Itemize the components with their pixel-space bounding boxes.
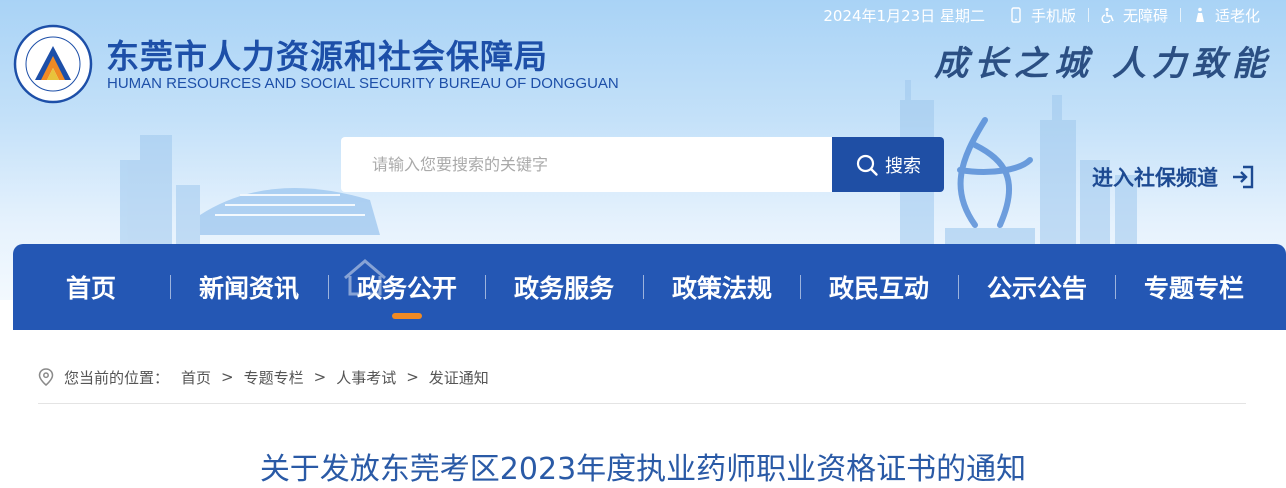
nav-tab-special-topics[interactable]: 专题专栏 xyxy=(1119,244,1269,330)
date-display: 2024年1月23日 星期二 xyxy=(811,5,997,26)
nav-tab-announcements[interactable]: 公示公告 xyxy=(962,244,1112,330)
search-box xyxy=(341,137,832,192)
breadcrumb-divider xyxy=(38,403,1246,404)
elderly-icon xyxy=(1195,7,1204,22)
nav-tab-label: 政务服务 xyxy=(513,274,614,303)
breadcrumb-personnel-exams[interactable]: 人事考试 xyxy=(336,367,396,388)
mobile-version-label: 手机版 xyxy=(1030,6,1076,25)
breadcrumb-certificate-notices[interactable]: 发证通知 xyxy=(429,367,489,388)
nav-tab-label: 政策法规 xyxy=(671,274,772,303)
breadcrumb-special-topics[interactable]: 专题专栏 xyxy=(244,367,304,388)
location-pin-icon xyxy=(38,368,54,386)
accessibility-label: 无障碍 xyxy=(1122,6,1168,25)
nav-divider xyxy=(485,275,486,299)
accessibility-link[interactable]: 无障碍 xyxy=(1089,5,1180,26)
bureau-emblem xyxy=(13,24,93,104)
nav-tab-policies-regulations[interactable]: 政策法规 xyxy=(647,244,797,330)
active-tab-indicator xyxy=(392,313,422,319)
nav-divider xyxy=(958,275,959,299)
site-slogan: 成长之城 人力致能 xyxy=(934,44,1272,84)
social-security-channel-link[interactable]: 进入社保频道 xyxy=(1092,162,1256,192)
search-input[interactable] xyxy=(341,154,814,175)
site-title-cn: 东莞市人力资源和社会保障局 xyxy=(106,37,548,76)
date-text: 2024年1月23日 星期二 xyxy=(823,6,985,25)
breadcrumb: 您当前的位置： 首页 > 专题专栏 > 人事考试 > 发证通知 xyxy=(38,367,489,387)
nav-tab-label: 政民互动 xyxy=(828,274,929,303)
nav-tab-label: 公示公告 xyxy=(986,274,1087,303)
breadcrumb-separator: > xyxy=(221,368,234,386)
nav-tab-label: 专题专栏 xyxy=(1143,274,1244,303)
breadcrumb-separator: > xyxy=(313,368,327,386)
nav-tab-label: 首页 xyxy=(65,274,116,303)
article-title: 关于发放东莞考区2023年度执业药师职业资格证书的通知 xyxy=(259,452,1027,487)
nav-divider xyxy=(800,275,801,299)
site-title-en: HUMAN RESOURCES AND SOCIAL SECURITY BURE… xyxy=(107,75,619,92)
elderly-mode-label: 适老化 xyxy=(1214,6,1260,25)
accessibility-icon xyxy=(1101,7,1114,23)
nav-divider xyxy=(170,275,171,299)
nav-divider xyxy=(1115,275,1116,299)
mobile-icon xyxy=(1011,7,1021,23)
nav-divider xyxy=(328,275,329,299)
nav-divider xyxy=(643,275,644,299)
search-button[interactable]: 搜索 xyxy=(832,137,944,192)
utility-bar: 2024年1月23日 星期二 手机版 无障碍 适老化 xyxy=(811,0,1272,30)
breadcrumb-prefix: 您当前的位置： xyxy=(64,368,170,387)
enter-icon xyxy=(1233,165,1254,189)
nav-tab-home[interactable]: 首页 xyxy=(16,244,166,330)
search-icon xyxy=(856,154,878,176)
nav-tab-label: 政务公开 xyxy=(356,274,457,303)
main-nav: 首页 新闻资讯 政务公开 政务服务 政策法规 政民互动 公示公告 专题专栏 xyxy=(13,244,1286,330)
nav-tab-label: 新闻资讯 xyxy=(198,274,299,303)
nav-tab-news[interactable]: 新闻资讯 xyxy=(174,244,324,330)
nav-tab-public-interaction[interactable]: 政民互动 xyxy=(804,244,954,330)
mobile-version-link[interactable]: 手机版 xyxy=(997,5,1088,26)
nav-tab-government-services[interactable]: 政务服务 xyxy=(489,244,639,330)
breadcrumb-separator: > xyxy=(406,368,419,386)
social-security-channel-label: 进入社保频道 xyxy=(1092,166,1218,190)
search-button-label: 搜索 xyxy=(885,155,921,177)
elderly-mode-link[interactable]: 适老化 xyxy=(1181,5,1272,26)
breadcrumb-home[interactable]: 首页 xyxy=(181,367,211,388)
